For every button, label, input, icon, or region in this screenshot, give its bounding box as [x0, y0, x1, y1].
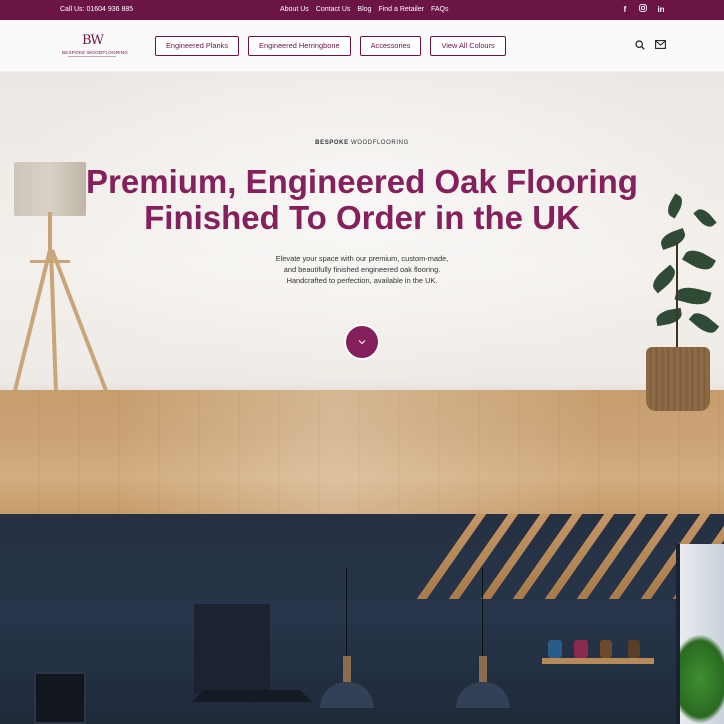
oak-floor-image [0, 390, 724, 514]
top-bar: Call Us: 01604 936 885 About Us Contact … [0, 0, 724, 20]
range-hood-base-image [192, 690, 312, 702]
hero-title-line-1: Premium, Engineered Oak Flooring [86, 163, 638, 200]
lamp-crossbar-image [30, 260, 70, 263]
hero-title-line-2: Finished To Order in the UK [144, 199, 580, 236]
plant-stem-image [676, 242, 678, 350]
logo-wordmark: BESPOKE WOODFLOORING [62, 50, 129, 55]
hero-subtitle: Elevate your space with our premium, cus… [252, 253, 472, 286]
hero-eyebrow-rest: WOODFLOORING [348, 140, 409, 146]
nav-view-all-colours-button[interactable]: View All Colours [430, 36, 506, 56]
site-header: BW BESPOKE WOODFLOORING Engineered Plank… [0, 20, 724, 72]
top-link-about-us[interactable]: About Us [280, 6, 309, 13]
hero-title: Premium, Engineered Oak Flooring Finishe… [0, 164, 724, 236]
hero-subtitle-line-2: and beautifully finished engineered oak … [283, 265, 441, 274]
hero-subtitle-line-3: Handcrafted to perfection, available in … [286, 276, 438, 285]
logo-tagline-line [68, 56, 116, 57]
hero-section: BESPOKE WOODFLOORING Premium, Engineered… [0, 72, 724, 514]
phone-number[interactable]: Call Us: 01604 936 885 [60, 6, 133, 13]
instagram-icon[interactable] [638, 4, 648, 15]
scroll-down-button[interactable] [344, 324, 380, 360]
wooden-shelf-image [542, 658, 654, 664]
kitchen-image-section [0, 514, 724, 724]
top-link-find-retailer[interactable]: Find a Retailer [378, 6, 424, 13]
wicker-pot-image [646, 347, 710, 411]
oven-image [34, 672, 86, 724]
nav-engineered-planks-button[interactable]: Engineered Planks [155, 36, 240, 56]
hero-eyebrow-bold: BESPOKE [315, 140, 349, 146]
nav-engineered-herringbone-button[interactable]: Engineered Herringbone [248, 36, 351, 56]
nav-accessories-button[interactable]: Accessories [359, 36, 422, 56]
pendant-lamp-image [320, 682, 374, 708]
linkedin-icon[interactable]: in [656, 4, 666, 15]
chevron-down-icon [358, 340, 366, 345]
top-links: About Us Contact Us Blog Find a Retailer… [280, 6, 448, 13]
search-icon[interactable] [635, 40, 645, 50]
plant-image [680, 634, 724, 724]
jar-image [628, 640, 640, 658]
top-link-faqs[interactable]: FAQs [431, 6, 449, 13]
top-link-contact-us[interactable]: Contact Us [316, 6, 351, 13]
jar-image [548, 640, 562, 658]
range-hood-image [194, 604, 270, 694]
pendant-lamp-image [456, 682, 510, 708]
logo-monogram: BW [82, 33, 104, 48]
jar-image [574, 640, 588, 658]
mail-icon[interactable] [655, 40, 666, 50]
brand-logo[interactable]: BW BESPOKE WOODFLOORING [60, 33, 129, 61]
header-icons [635, 40, 666, 50]
pendant-cord-image [482, 568, 483, 660]
social-links: f in [620, 4, 666, 15]
hero-eyebrow: BESPOKE WOODFLOORING [0, 140, 724, 146]
top-link-blog[interactable]: Blog [357, 6, 371, 13]
pendant-cord-image [346, 568, 347, 660]
pendant-fitting-image [343, 656, 351, 682]
main-nav: Engineered Planks Engineered Herringbone… [155, 36, 506, 56]
hero-subtitle-line-1: Elevate your space with our premium, cus… [275, 254, 449, 263]
jar-image [600, 640, 612, 658]
facebook-icon[interactable]: f [620, 4, 630, 15]
pendant-fitting-image [479, 656, 487, 682]
